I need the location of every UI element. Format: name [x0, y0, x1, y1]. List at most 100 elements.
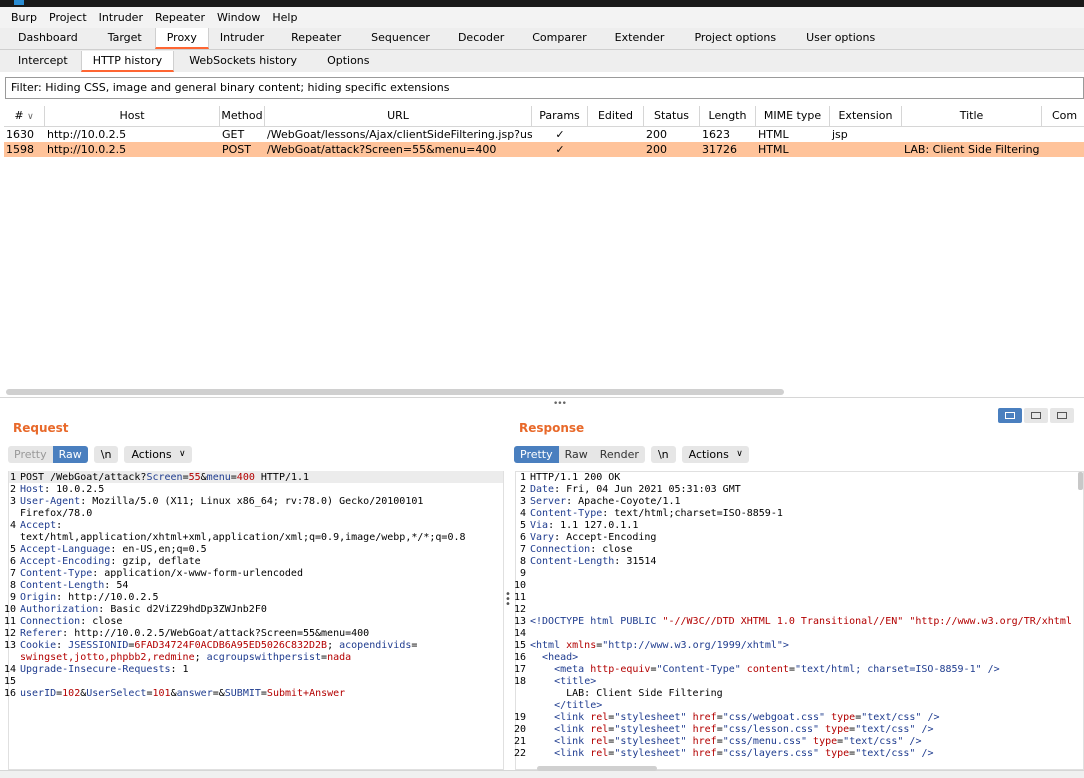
response-render-button[interactable]: Render	[594, 446, 645, 463]
request-view-toggle: Pretty Raw	[8, 446, 88, 463]
chevron-down-icon: ∨	[736, 449, 743, 459]
request-code: 1 POST /WebGoat/attack?Screen=55&menu=400…	[3, 472, 466, 699]
tab-comparer[interactable]: Comparer	[521, 28, 597, 49]
cell-url: /WebGoat/lessons/Ajax/clientSideFilterin…	[267, 128, 532, 141]
tab-http-history[interactable]: HTTP history	[80, 51, 175, 72]
cell-length: 31726	[702, 143, 737, 156]
response-view-toggle: Pretty Raw Render	[514, 446, 645, 463]
burp-logo-icon	[14, 0, 24, 5]
request-actions-button[interactable]: Actions ∨	[124, 446, 192, 463]
cell-comment	[1042, 142, 1084, 157]
filter-bar[interactable]: Filter: Hiding CSS, image and general bi…	[5, 77, 1084, 99]
tab-websockets-history[interactable]: WebSockets history	[178, 51, 308, 72]
response-pretty-button[interactable]: Pretty	[514, 446, 559, 463]
cell-extension	[830, 142, 902, 157]
cell-number: 1630	[6, 128, 34, 141]
main-tabs: Dashboard Target Proxy Intruder Repeater…	[0, 28, 1084, 50]
response-title: Response	[519, 421, 585, 435]
column-header-title[interactable]: Title	[902, 106, 1042, 126]
cell-mime-type: HTML	[758, 128, 789, 141]
cell-status: 200	[646, 143, 667, 156]
pane-splitter[interactable]: •••	[0, 397, 1084, 409]
layout-stacked-button[interactable]	[1024, 408, 1048, 423]
cell-params-check-icon: ✓	[555, 143, 565, 156]
column-header-number[interactable]: # ∨	[4, 106, 45, 126]
column-header-url[interactable]: URL	[265, 106, 532, 126]
table-row[interactable]: 1630 http://10.0.2.5 GET /WebGoat/lesson…	[4, 127, 1084, 142]
rows-icon	[1031, 412, 1041, 419]
cell-extension: jsp	[832, 128, 848, 141]
request-raw-button[interactable]: Raw	[52, 446, 88, 463]
column-header-edited[interactable]: Edited	[588, 106, 644, 126]
layout-toggle-group	[998, 408, 1074, 423]
cell-method: GET	[222, 128, 245, 141]
tab-proxy[interactable]: Proxy	[154, 28, 209, 49]
title-bar	[0, 0, 1084, 7]
layout-tabs-button[interactable]	[1050, 408, 1074, 423]
menu-intruder[interactable]: Intruder	[93, 11, 149, 24]
menu-window[interactable]: Window	[211, 11, 266, 24]
chevron-down-icon: ∨	[179, 449, 186, 459]
cell-title: LAB: Client Side Filtering	[904, 143, 1040, 156]
column-header-host[interactable]: Host	[45, 106, 220, 126]
tab-intruder[interactable]: Intruder	[209, 28, 275, 49]
tab-extender[interactable]: Extender	[604, 28, 676, 49]
request-actions-label: Actions	[131, 448, 172, 461]
cell-status: 200	[646, 128, 667, 141]
cell-mime-type: HTML	[758, 143, 789, 156]
response-code: 1 HTTP/1.1 200 OK 2 Date: Fri, 04 Jun 2021…	[513, 472, 1072, 759]
columns-icon	[1005, 412, 1015, 419]
response-horizontal-scrollbar[interactable]	[537, 766, 657, 771]
column-header-params[interactable]: Params	[532, 106, 588, 126]
tab-decoder[interactable]: Decoder	[447, 28, 515, 49]
request-newline-button[interactable]: \n	[93, 446, 119, 463]
cell-comment	[1042, 127, 1084, 142]
column-header-status[interactable]: Status	[644, 106, 700, 126]
sort-chevron-icon: ∨	[27, 112, 34, 122]
menu-help[interactable]: Help	[266, 11, 303, 24]
column-header-method[interactable]: Method	[220, 106, 265, 126]
proxy-subtabs: Intercept HTTP history WebSockets histor…	[0, 50, 1084, 72]
response-toolbar: Pretty Raw Render \n Actions ∨	[514, 446, 749, 463]
response-actions-label: Actions	[688, 448, 729, 461]
request-pretty-button[interactable]: Pretty	[8, 446, 53, 463]
menu-burp[interactable]: Burp	[5, 11, 43, 24]
tab-user-options[interactable]: User options	[795, 28, 886, 49]
column-header-comment[interactable]: Com	[1042, 106, 1084, 126]
http-history-table: # ∨ Host Method URL Params Edited Status…	[4, 106, 1084, 157]
column-header-mime-type[interactable]: MIME type	[756, 106, 830, 126]
tab-target[interactable]: Target	[97, 28, 153, 49]
divider-handle-icon[interactable]: • • •	[505, 590, 511, 610]
tab-dashboard[interactable]: Dashboard	[7, 28, 89, 49]
menu-project[interactable]: Project	[43, 11, 93, 24]
layout-side-by-side-button[interactable]	[998, 408, 1022, 423]
tab-options[interactable]: Options	[316, 51, 380, 72]
response-raw-button[interactable]: Raw	[559, 446, 594, 463]
column-header-extension[interactable]: Extension	[830, 106, 902, 126]
cell-host: http://10.0.2.5	[47, 128, 127, 141]
table-header: # ∨ Host Method URL Params Edited Status…	[4, 106, 1084, 127]
menu-bar: Burp Project Intruder Repeater Window He…	[0, 7, 1084, 28]
cell-host: http://10.0.2.5	[47, 143, 127, 156]
menu-repeater[interactable]: Repeater	[149, 11, 211, 24]
tab-intercept[interactable]: Intercept	[7, 51, 79, 72]
request-title: Request	[13, 421, 69, 435]
cell-length: 1623	[702, 128, 730, 141]
table-row-selected[interactable]: 1598 http://10.0.2.5 POST /WebGoat/attac…	[4, 142, 1084, 157]
column-header-length[interactable]: Length	[700, 106, 756, 126]
tabs-icon	[1057, 412, 1067, 419]
request-toolbar: Pretty Raw \n Actions ∨	[8, 446, 192, 463]
response-vertical-scrollbar[interactable]	[1078, 472, 1083, 490]
cell-params-check-icon: ✓	[555, 128, 565, 141]
tab-sequencer[interactable]: Sequencer	[360, 28, 441, 49]
response-actions-button[interactable]: Actions ∨	[681, 446, 749, 463]
cell-edited	[588, 142, 644, 157]
tab-repeater[interactable]: Repeater	[280, 28, 352, 49]
cell-url: /WebGoat/attack?Screen=55&menu=400	[267, 143, 497, 156]
cell-method: POST	[222, 143, 251, 156]
tab-project-options[interactable]: Project options	[683, 28, 787, 49]
response-newline-button[interactable]: \n	[650, 446, 676, 463]
table-horizontal-scrollbar[interactable]	[6, 389, 784, 395]
cell-title	[902, 127, 1042, 142]
cell-edited	[588, 127, 644, 142]
